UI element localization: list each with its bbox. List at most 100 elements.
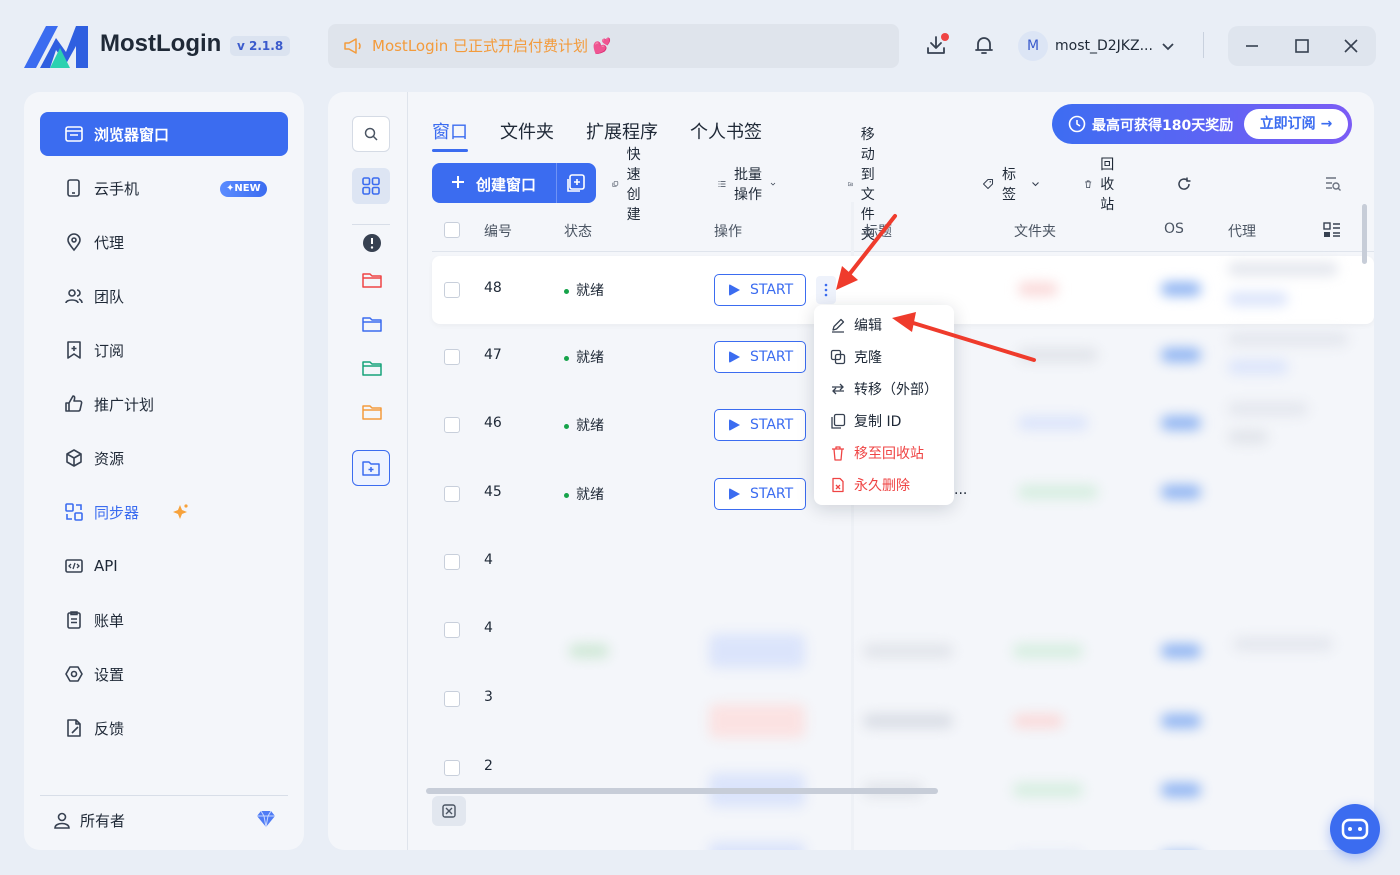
cube-icon [66,449,82,467]
team-icon [65,289,83,304]
sidebar-item-browser-windows[interactable]: 浏览器窗口 [40,112,288,156]
horizontal-scrollbar[interactable] [426,788,938,794]
column-header-actions[interactable]: 操作 [714,221,742,241]
announcement-text: MostLogin 已正式开启付费计划 💕 [372,37,612,55]
menu-item-label: 复制 ID [854,414,902,430]
menu-item-delete-permanently[interactable]: 永久删除 [830,475,910,495]
recycle-bin-button[interactable]: 回收站 [1084,157,1122,213]
sidebar-item-team[interactable]: 团队 [40,274,288,318]
menu-item-copy-id[interactable]: 复制 ID [830,411,901,431]
add-folder-button[interactable] [352,450,390,486]
menu-item-edit[interactable]: 编辑 [830,315,882,335]
select-all-checkbox[interactable] [444,222,460,238]
sidebar-item-proxy[interactable]: 代理 [40,220,288,264]
column-header-status[interactable]: 状态 [564,221,592,241]
list-icon [718,181,726,187]
import-window-icon[interactable] [566,173,586,193]
sidebar-item-bills[interactable]: 账单 [40,598,288,642]
menu-item-clone[interactable]: 克隆 [830,347,882,367]
pencil-icon [832,318,845,333]
row-checkbox[interactable] [444,760,460,776]
tab-windows[interactable]: 窗口 [432,118,468,152]
search-icon [364,127,378,141]
tab-bookmarks[interactable]: 个人书签 [690,118,762,152]
chevron-down-icon [1032,182,1039,187]
menu-item-label: 编辑 [854,318,882,334]
refresh-button[interactable] [1176,174,1200,194]
tags-dropdown[interactable]: 标签 [982,167,1040,203]
sidebar-item-api[interactable]: API [40,544,288,588]
all-folders-button[interactable] [352,168,390,204]
create-window-button[interactable]: 创建窗口 [432,163,596,203]
tab-folders[interactable]: 文件夹 [500,118,554,152]
table-header: 编号 状态 操作 标题 文件夹 OS 代理 [432,208,1374,252]
row-checkbox[interactable] [444,486,460,502]
search-filter-icon[interactable] [1324,174,1342,192]
clear-selection-button[interactable] [432,796,466,826]
announcement-bar[interactable]: MostLogin 已正式开启付费计划 💕 [328,24,899,68]
close-icon[interactable] [1341,36,1361,56]
row-checkbox[interactable] [444,691,460,707]
browser-window-icon [65,126,83,142]
sidebar-item-subscription[interactable]: 订阅 [40,328,288,372]
move-to-folder-button[interactable]: 移动到文件夹 [848,127,886,243]
column-header-title[interactable]: 标题 [864,221,892,241]
folder-orange-icon[interactable] [361,402,383,422]
minimize-icon[interactable] [1242,36,1262,56]
chat-assistant-button[interactable] [1330,804,1380,854]
row-id: 2 [484,758,493,774]
row-checkbox[interactable] [444,349,460,365]
mostlogin-logo [24,26,88,68]
alert-circle-icon[interactable] [361,233,383,253]
sidebar-item-referral[interactable]: 推广计划 [40,382,288,426]
sidebar-item-feedback[interactable]: 反馈 [40,706,288,750]
create-divider [556,163,557,203]
sidebar-divider [40,795,288,796]
column-header-folder[interactable]: 文件夹 [1014,221,1056,241]
row-checkbox[interactable] [444,622,460,638]
sidebar-item-settings[interactable]: 设置 [40,652,288,696]
row-checkbox[interactable] [444,554,460,570]
owner-switch[interactable]: 所有者 [52,808,125,832]
menu-item-move-to-trash[interactable]: 移至回收站 [830,443,924,463]
quick-create-icon [612,181,619,187]
vertical-scrollbar[interactable] [1362,204,1367,264]
sidebar-item-synchronizer[interactable]: 同步器 [40,490,288,534]
menu-item-transfer[interactable]: 转移（外部） [830,379,938,399]
sidebar-item-label: 代理 [94,233,125,252]
maximize-icon[interactable] [1292,36,1312,56]
quick-create-button[interactable]: 快速创建 [612,147,650,223]
sidebar-item-label: 设置 [94,665,125,684]
column-header-proxy[interactable]: 代理 [1228,221,1256,241]
sidebar-item-label: 团队 [94,287,125,306]
column-settings-icon[interactable] [1322,220,1342,240]
trash-icon [832,446,844,461]
clock-icon [1068,115,1086,133]
version-badge: v 2.1.8 [230,36,291,56]
column-header-id[interactable]: 编号 [484,221,512,241]
row-checkbox[interactable] [444,417,460,433]
tab-bar: 窗口 文件夹 扩展程序 个人书签 [432,118,794,152]
sidebar-item-label: 云手机 [94,179,140,198]
folder-search-button[interactable] [352,116,390,152]
sidebar-item-cloud-phone[interactable]: 云手机 ✦NEW [40,166,288,210]
feedback-icon [67,719,81,737]
subscribe-button[interactable]: 立即订阅 → [1244,109,1348,139]
bell-icon[interactable] [972,33,996,57]
batch-actions-dropdown[interactable]: 批量操作 [718,167,776,203]
megaphone-icon [344,38,361,54]
promo-banner[interactable]: 最高可获得180天奖励 立即订阅 → [1052,104,1352,144]
column-header-os[interactable]: OS [1164,221,1184,237]
sidebar-item-label: 同步器 [94,503,140,522]
folder-blue-icon[interactable] [361,314,383,334]
folder-red-icon[interactable] [361,270,383,290]
promo-text: 最高可获得180天奖励 [1092,118,1234,134]
new-badge: ✦NEW [220,181,267,197]
move-folder-icon [848,182,853,187]
diamond-icon[interactable] [256,810,276,828]
sidebar-item-resources[interactable]: 资源 [40,436,288,480]
settings-icon [65,666,83,682]
account-menu[interactable]: M most_D2JKZ... [1018,30,1175,62]
row-checkbox[interactable] [444,282,460,298]
folder-green-icon[interactable] [361,358,383,378]
